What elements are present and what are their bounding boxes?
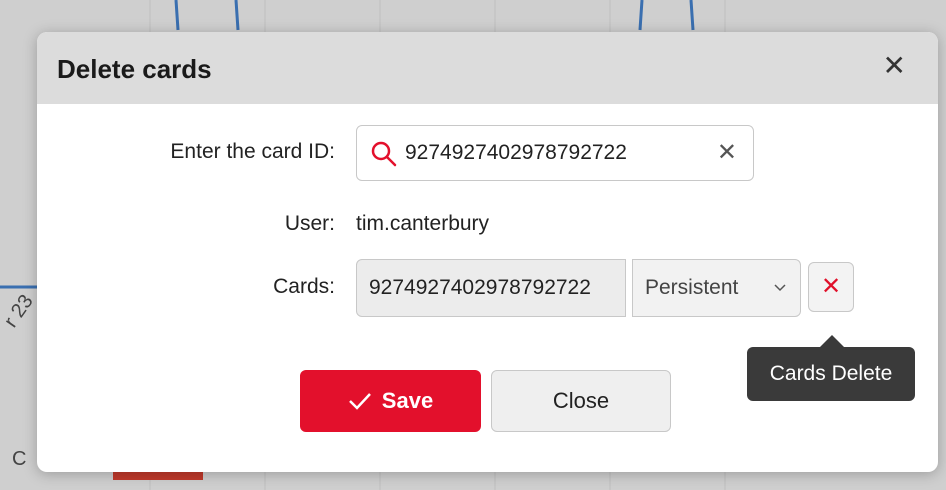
- dialog-title: Delete cards: [57, 54, 212, 84]
- user-label: User:: [284, 212, 335, 235]
- chevron-down-icon: [774, 284, 786, 292]
- card-id-search-field[interactable]: ✕: [356, 125, 754, 181]
- card-type-select[interactable]: Persistent: [632, 259, 801, 317]
- checkmark-icon: [348, 393, 371, 410]
- tooltip-arrow: [820, 335, 844, 347]
- user-value: tim.canterbury: [356, 212, 490, 235]
- search-icon: [371, 141, 397, 167]
- cards-label: Cards:: [273, 275, 335, 298]
- dialog-header: Delete cards ✕: [37, 32, 938, 104]
- background-legend-text: C: [12, 448, 27, 470]
- card-type-value: Persistent: [645, 276, 739, 299]
- delete-tooltip: Cards Delete: [747, 347, 915, 401]
- delete-cards-dialog: Delete cards ✕ Enter the card ID: ✕ User…: [37, 32, 938, 472]
- card-id-label: Enter the card ID:: [170, 140, 335, 163]
- clear-icon[interactable]: ✕: [717, 138, 737, 167]
- close-button[interactable]: Close: [491, 370, 671, 432]
- save-button[interactable]: Save: [300, 370, 481, 432]
- save-button-label: Save: [381, 388, 434, 413]
- card-number-field[interactable]: 9274927402978792722: [356, 259, 626, 317]
- delete-card-button[interactable]: ✕: [808, 262, 854, 312]
- card-id-input[interactable]: [405, 136, 705, 170]
- close-icon[interactable]: ✕: [883, 52, 906, 80]
